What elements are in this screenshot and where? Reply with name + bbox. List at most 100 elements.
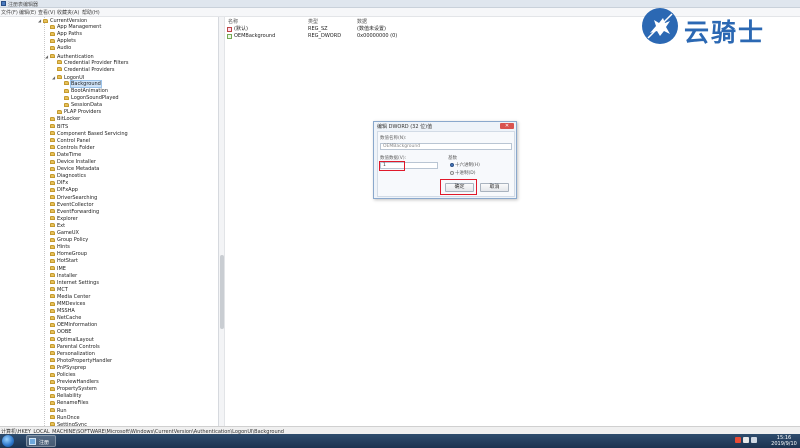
- tree-node[interactable]: PLAP Providers: [52, 109, 101, 116]
- tree-node[interactable]: Applets: [45, 38, 76, 45]
- menu-edit[interactable]: 编辑(E): [19, 9, 36, 16]
- tree-node[interactable]: Internet Settings: [45, 280, 99, 287]
- tree-node[interactable]: EventForwarding: [45, 209, 99, 216]
- tree-node-label: Internet Settings: [57, 279, 99, 286]
- tree-node[interactable]: Reliability: [45, 393, 81, 400]
- tree-node[interactable]: PhotoPropertyHandler: [45, 358, 112, 365]
- tree-node[interactable]: Controls Folder: [45, 145, 95, 152]
- folder-icon: [50, 379, 55, 384]
- tree-node[interactable]: Diagnostics: [45, 173, 86, 180]
- tree-node[interactable]: Component Based Servicing: [45, 131, 128, 138]
- tree-node[interactable]: Group Policy: [45, 237, 88, 244]
- tree-node[interactable]: ◢ CurrentVersion: [38, 17, 87, 24]
- tree-node[interactable]: DriverSearching: [45, 195, 97, 202]
- dec-radio[interactable]: 十进制(D): [450, 170, 475, 176]
- tree-node-label: SessionData: [71, 102, 103, 109]
- folder-icon: [50, 386, 55, 391]
- tree-node[interactable]: Credential Providers: [52, 67, 115, 74]
- tree-node[interactable]: Credential Provider Filters: [52, 60, 129, 67]
- tree-node[interactable]: Audio: [45, 45, 71, 52]
- column-name[interactable]: 名称: [228, 18, 238, 25]
- tree-node[interactable]: OptimalLayout: [45, 337, 94, 344]
- value-data: 0x00000000 (0): [357, 33, 398, 39]
- tree-scrollbar[interactable]: [219, 17, 225, 426]
- tree-node[interactable]: LogonSoundPlayed: [59, 95, 119, 102]
- registry-tree[interactable]: ◢ CurrentVersion App Management App Paths Ap…: [0, 17, 219, 426]
- network-icon[interactable]: [743, 437, 749, 443]
- column-data[interactable]: 数据: [357, 18, 367, 25]
- folder-icon: [64, 88, 69, 93]
- tree-node[interactable]: Device Metadata: [45, 166, 99, 173]
- start-button-icon[interactable]: [2, 435, 14, 447]
- tree-node[interactable]: App Paths: [45, 31, 82, 38]
- tree-node[interactable]: EventCollector: [45, 202, 94, 209]
- taskbar-regedit-button[interactable]: 注册: [26, 435, 56, 447]
- tree-node[interactable]: Ext: [45, 223, 65, 230]
- tree-node-label: Controls Folder: [57, 144, 95, 151]
- radio-selected-icon: [450, 162, 454, 167]
- tree-node[interactable]: OOBE: [45, 329, 71, 336]
- tree-node[interactable]: HomeGroup: [45, 251, 87, 258]
- tree-node[interactable]: DIFxApp: [45, 187, 78, 194]
- tree-node[interactable]: DIFx: [45, 180, 68, 187]
- tree-node[interactable]: BitLocker: [45, 116, 80, 123]
- values-list[interactable]: 名称 类型 数据 (默认) REG_SZ (数值未设置) OEMBackgrou…: [226, 17, 800, 426]
- tree-node[interactable]: Parental Controls: [45, 344, 100, 351]
- tree-node[interactable]: Background: [59, 79, 102, 88]
- tree-node[interactable]: PnPSysprep: [45, 365, 86, 372]
- menu-file[interactable]: 文件(F): [1, 9, 18, 16]
- tree-node[interactable]: App Management: [45, 24, 101, 31]
- tree-node[interactable]: SessionData: [59, 102, 102, 109]
- folder-icon: [50, 45, 55, 50]
- volume-icon[interactable]: [751, 437, 757, 443]
- tree-node-label: Applets: [57, 38, 76, 45]
- folder-icon: [50, 315, 55, 320]
- tree-node[interactable]: BootAnimation: [59, 88, 108, 95]
- tree-node[interactable]: Explorer: [45, 216, 78, 223]
- tree-node[interactable]: RunOnce: [45, 415, 80, 422]
- folder-icon: [50, 209, 55, 214]
- tree-node[interactable]: Personalization: [45, 351, 95, 358]
- tree-node[interactable]: MCT: [45, 287, 68, 294]
- hex-radio[interactable]: 十六进制(H): [450, 162, 480, 168]
- tree-node[interactable]: Media Center: [45, 294, 90, 301]
- clock[interactable]: 15:16 2019/9/10: [770, 435, 798, 447]
- column-type[interactable]: 类型: [308, 18, 318, 25]
- tree-node[interactable]: Device Installer: [45, 159, 96, 166]
- menu-favorites[interactable]: 收藏夹(A): [57, 9, 79, 16]
- tree-node[interactable]: Policies: [45, 372, 76, 379]
- dialog-title: 编辑 DWORD (32 位)值: [377, 124, 433, 130]
- tree-node[interactable]: Hints: [45, 244, 70, 251]
- tree-node[interactable]: IME: [45, 266, 66, 273]
- tree-node[interactable]: MMDevices: [45, 301, 85, 308]
- tree-node[interactable]: OEMInformation: [45, 322, 97, 329]
- menu-view[interactable]: 查看(V): [38, 9, 55, 16]
- close-icon[interactable]: ✕: [500, 123, 514, 129]
- folder-icon: [50, 365, 55, 370]
- tree-node[interactable]: ◢ LogonUI: [52, 74, 84, 81]
- tree-node-label: BITS: [57, 123, 69, 130]
- tree-node[interactable]: Control Panel: [45, 138, 90, 145]
- menu-help[interactable]: 帮助(H): [82, 9, 100, 16]
- folder-icon: [50, 223, 55, 228]
- cancel-button[interactable]: 取消: [480, 183, 509, 192]
- tree-node-label: Audio: [57, 45, 72, 52]
- tree-node[interactable]: PreviewHandlers: [45, 379, 99, 386]
- tree-node[interactable]: PropertySystem: [45, 386, 97, 393]
- tree-node[interactable]: BITS: [45, 124, 68, 131]
- tree-node[interactable]: DateTime: [45, 152, 81, 159]
- ime-icon[interactable]: [735, 437, 741, 443]
- folder-icon: [50, 337, 55, 341]
- tree-node[interactable]: Run: [45, 408, 67, 415]
- folder-icon: [50, 415, 55, 420]
- tree-node[interactable]: GameUX: [45, 230, 79, 237]
- tree-node[interactable]: RenameFiles: [45, 400, 88, 407]
- tree-node-label: MSSHA: [57, 308, 75, 315]
- tree-node[interactable]: ◢ Authentication: [45, 53, 94, 60]
- tree-node[interactable]: HotStart: [45, 258, 78, 265]
- tree-node[interactable]: MSSHA: [45, 308, 75, 315]
- value-name-label: 数值名称(N):: [380, 136, 407, 141]
- tree-node[interactable]: NetCache: [45, 315, 81, 322]
- scrollbar-thumb[interactable]: [220, 255, 224, 329]
- tree-node[interactable]: Installer: [45, 273, 77, 280]
